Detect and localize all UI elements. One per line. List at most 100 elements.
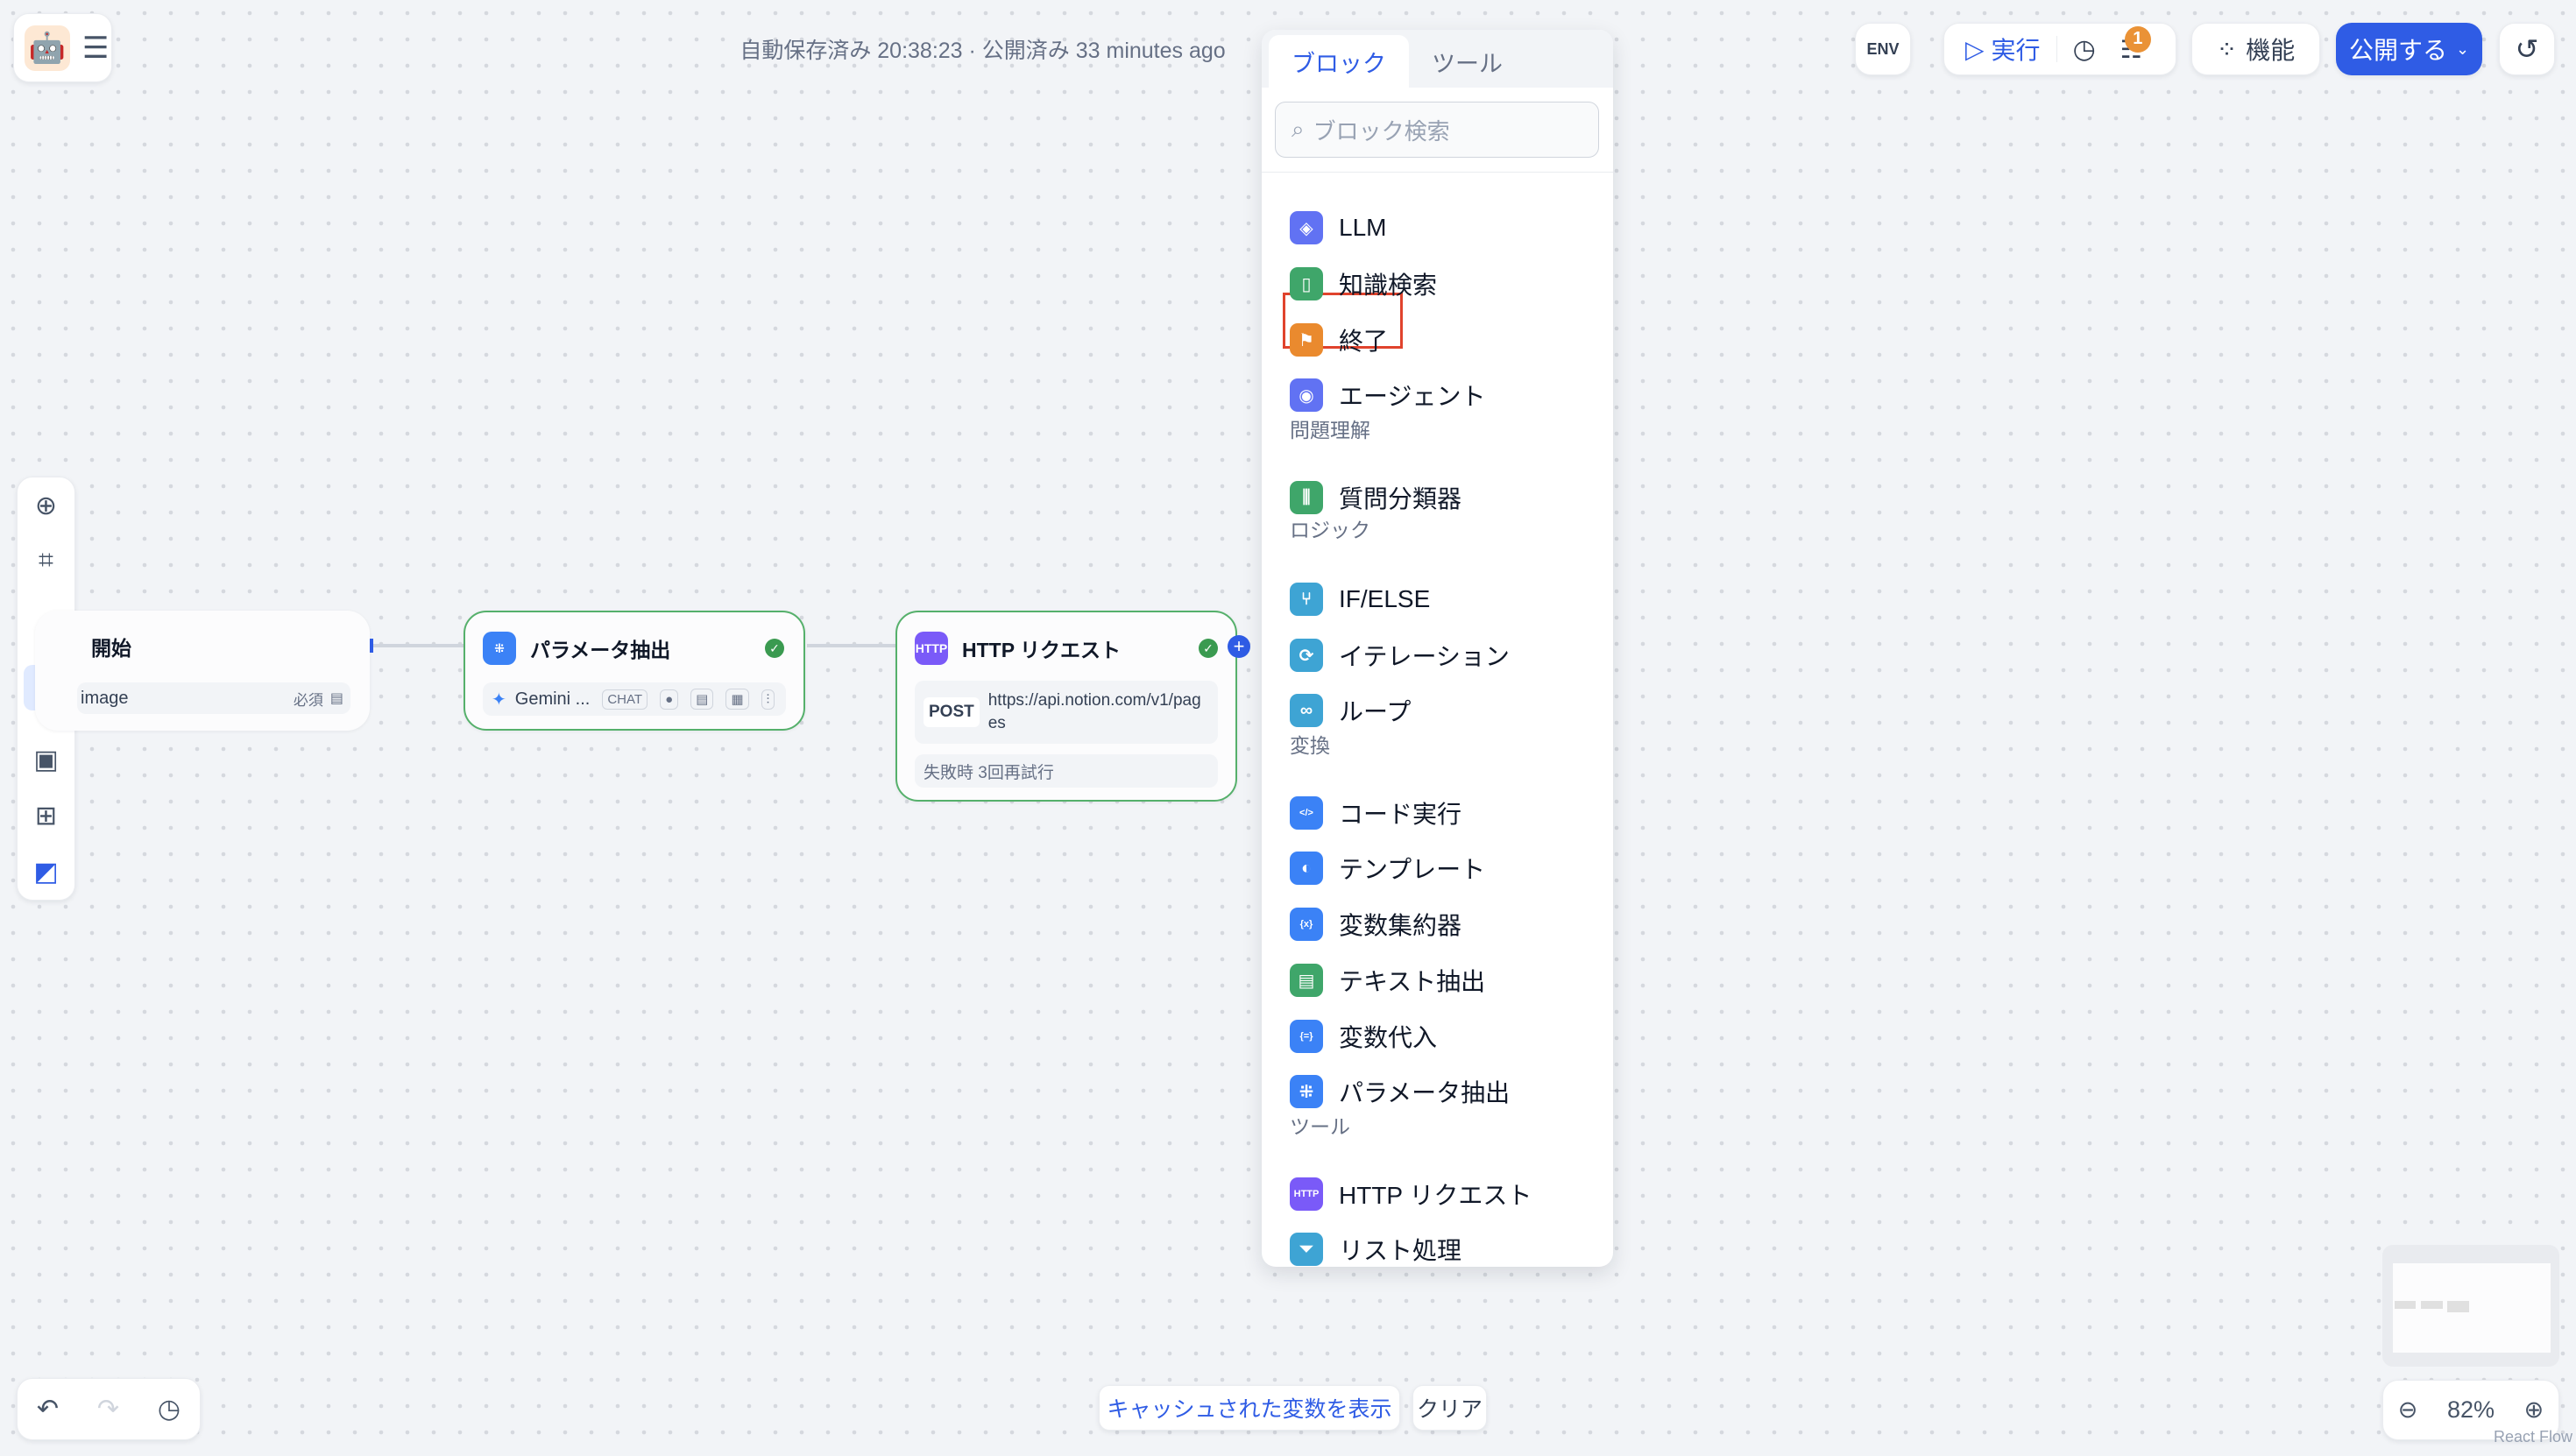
minimap[interactable]	[2382, 1245, 2559, 1367]
block-label: リスト処理	[1339, 1237, 1462, 1264]
checklist-icon[interactable]: ☷1	[2120, 25, 2151, 64]
block-item[interactable]: ⁜ パラメータ抽出	[1290, 1072, 1510, 1111]
model-name: Gemini ...	[514, 689, 591, 709]
http-icon: HTTP	[915, 632, 948, 665]
retry-info: 失敗時 3回再試行	[915, 754, 1218, 788]
zoom-in-icon[interactable]: ⊕	[2524, 1396, 2544, 1424]
parameter-icon: ⁜	[1290, 1075, 1323, 1108]
code-icon: </>	[1290, 796, 1323, 830]
node-start[interactable]: 開始 image 必須 ▤	[35, 611, 370, 731]
node-http-request[interactable]: HTTP HTTP リクエスト ✓ POST https://api.notion…	[895, 611, 1237, 802]
version-history-button[interactable]: ↺	[2499, 23, 2555, 75]
llm-icon: ◈	[1290, 211, 1323, 244]
block-item[interactable]: ⫼ 質問分類器	[1290, 478, 1461, 517]
block-label: 質問分類器	[1339, 485, 1462, 512]
block-item[interactable]: ◐ テンプレート	[1290, 849, 1485, 887]
block-item[interactable]: HTTP HTTP リクエスト	[1290, 1175, 1532, 1213]
show-cached-variables-button[interactable]: キャッシュされた変数を表示	[1099, 1385, 1400, 1431]
tab-blocks[interactable]: ブロック	[1269, 35, 1409, 88]
block-item[interactable]: ∞ ループ	[1290, 691, 1411, 730]
block-label: テンプレート	[1339, 856, 1486, 883]
block-item[interactable]: </> コード実行	[1290, 794, 1461, 832]
variable-aggregator-icon: {x}	[1290, 908, 1323, 941]
block-selector-panel: ブロック ツール ⌕ ブロック検索 ◈ LLM ▯ 知識検索 ⚑ 終了 ◉ エージェント ⫼ 質問分…	[1262, 30, 1613, 1267]
block-label: イテレーション	[1339, 643, 1510, 670]
loop-icon: ∞	[1290, 694, 1323, 727]
run-history-icon[interactable]: ◷	[2073, 34, 2096, 65]
category-label: 問題理解	[1290, 419, 1370, 442]
features-icon: ⁘	[2216, 35, 2238, 63]
checklist-badge: 1	[2124, 25, 2151, 53]
variable-assign-icon: {=}	[1290, 1020, 1323, 1053]
block-item[interactable]: {x} 変数集約器	[1290, 905, 1461, 944]
block-label: ループ	[1339, 698, 1412, 725]
organize-blocks-icon[interactable]: ⊞	[24, 793, 69, 838]
run-group: ▷実行 ◷ ☷1	[1943, 23, 2176, 75]
block-item[interactable]: ▤ テキスト抽出	[1290, 961, 1485, 1000]
run-button[interactable]: ▷ 実行	[1965, 32, 2041, 67]
add-note-icon[interactable]: ⌗	[24, 538, 69, 583]
tab-tools[interactable]: ツール	[1409, 35, 1525, 88]
export-image-icon[interactable]: ▣	[24, 737, 69, 782]
chat-chip: CHAT	[602, 689, 648, 710]
success-check-icon: ✓	[1199, 639, 1218, 658]
block-label: HTTP リクエスト	[1339, 1182, 1532, 1209]
start-output-handle[interactable]	[370, 639, 373, 653]
http-url: https://api.notion.com/v1/pages	[987, 691, 1201, 732]
block-item[interactable]: ▯ 知識検索	[1290, 265, 1437, 303]
variable-name: image	[81, 688, 129, 708]
block-item[interactable]: ⑂ IF/ELSE	[1290, 580, 1430, 618]
add-next-node-icon[interactable]: +	[1228, 635, 1250, 658]
category-label: 変換	[1290, 734, 1330, 757]
model-row: ✦ Gemini ... CHAT ● ▤ ▦ ⫶	[483, 682, 786, 716]
node-parameter-extractor[interactable]: ⁜ パラメータ抽出 ✓ ✦ Gemini ... CHAT ● ▤ ▦ ⫶	[464, 611, 805, 731]
gemini-icon: ✦	[492, 689, 506, 710]
document-icon: ▤	[690, 689, 714, 710]
node-title: パラメータ抽出	[530, 639, 671, 661]
agent-icon: ◉	[1290, 378, 1323, 412]
category-label: ロジック	[1290, 519, 1370, 541]
publish-button[interactable]: 公開する ⌄	[2336, 23, 2482, 75]
text-type-icon: ▤	[329, 691, 343, 706]
env-button[interactable]: ENV	[1855, 23, 1911, 75]
block-item[interactable]: ◈ LLM	[1290, 209, 1386, 247]
chevron-down-icon: ⌄	[2455, 39, 2470, 58]
request-row: POST https://api.notion.com/v1/pages	[915, 681, 1218, 744]
video-icon: ▦	[725, 689, 749, 710]
block-search-input[interactable]: ⌕ ブロック検索	[1275, 102, 1599, 158]
divider	[1262, 172, 1613, 173]
block-item[interactable]: ⏷ リスト処理	[1290, 1230, 1461, 1269]
divider	[2056, 36, 2057, 62]
block-item[interactable]: ⟳ イテレーション	[1290, 636, 1510, 675]
block-item[interactable]: {=} 変数代入	[1290, 1017, 1437, 1056]
http-method: POST	[924, 697, 980, 727]
end-icon: ⚑	[1290, 323, 1323, 357]
block-label: IF/ELSE	[1339, 585, 1431, 612]
text-extract-icon: ▤	[1290, 964, 1323, 997]
block-label: テキスト抽出	[1339, 968, 1486, 995]
undo-icon[interactable]: ↶	[37, 1394, 59, 1424]
play-icon: ▷	[1965, 35, 1985, 63]
http-icon: HTTP	[1290, 1177, 1323, 1211]
parameter-icon: ⁜	[483, 632, 516, 665]
minimap-toggle-icon[interactable]: ◩	[24, 849, 69, 894]
block-item[interactable]: ⚑ 終了	[1290, 321, 1388, 359]
clear-button[interactable]: クリア	[1412, 1385, 1487, 1431]
add-block-icon[interactable]: ⊕	[24, 483, 69, 528]
zoom-level[interactable]: 82%	[2447, 1396, 2495, 1424]
search-icon: ⌕	[1292, 116, 1305, 142]
block-label: 変数集約器	[1339, 912, 1462, 939]
features-button[interactable]: ⁘ 機能	[2191, 23, 2320, 75]
block-item[interactable]: ◉ エージェント	[1290, 376, 1485, 414]
node-title: 開始	[91, 637, 131, 660]
redo-icon[interactable]: ↷	[97, 1394, 119, 1424]
react-flow-attribution[interactable]: React Flow	[2494, 1428, 2572, 1446]
filter-icon: ⏷	[1290, 1233, 1323, 1266]
block-label: 終了	[1339, 328, 1389, 355]
block-label: エージェント	[1339, 383, 1486, 410]
branch-icon: ⑂	[1290, 583, 1323, 616]
change-history-icon[interactable]: ◷	[158, 1394, 180, 1424]
audio-icon: ⫶	[761, 689, 775, 710]
category-label: ツール	[1290, 1115, 1350, 1138]
zoom-out-icon[interactable]: ⊖	[2398, 1396, 2418, 1424]
